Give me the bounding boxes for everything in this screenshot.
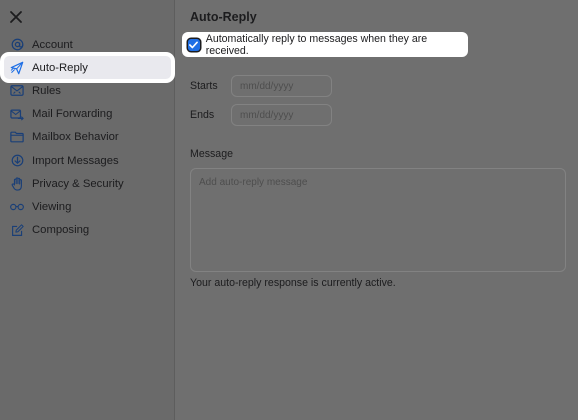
sidebar-item-label: Auto-Reply [32,61,88,74]
sidebar-item-mail-forwarding[interactable]: Mail Forwarding [0,103,175,126]
compose-icon [10,223,24,237]
glasses-icon [10,200,24,214]
starts-label: Starts [190,80,218,92]
sidebar-item-label: Import Messages [32,154,119,167]
settings-sidebar: Account Auto-Reply Rules Mail Forwarding… [0,0,175,420]
auto-reply-checkbox[interactable] [188,38,200,51]
ends-label: Ends [190,109,215,121]
sidebar-item-account[interactable]: Account [0,33,175,56]
download-circle-icon [10,154,24,168]
rules-icon [10,84,24,98]
sidebar-item-auto-reply[interactable]: Auto-Reply [4,56,171,80]
checkmark-icon [189,40,199,48]
auto-reply-panel: Auto-Reply Automatically reply to messag… [176,0,578,420]
sidebar-item-viewing[interactable]: Viewing [0,195,175,218]
auto-reply-status-text: Your auto-reply response is currently ac… [190,277,396,289]
forward-mail-icon [10,107,24,121]
sidebar-item-privacy-security[interactable]: Privacy & Security [0,172,175,195]
message-label: Message [190,148,233,160]
auto-reply-message-input[interactable] [190,168,566,272]
settings-nav: Account Auto-Reply Rules Mail Forwarding… [0,33,175,242]
sidebar-item-label: Viewing [32,200,72,213]
page-title: Auto-Reply [190,10,257,24]
sidebar-item-mailbox-behavior[interactable]: Mailbox Behavior [0,126,175,149]
ends-date-input[interactable] [231,104,332,126]
sidebar-item-rules[interactable]: Rules [0,79,175,102]
sidebar-item-label: Mail Forwarding [32,108,113,121]
sidebar-item-label: Account [32,38,73,51]
sidebar-item-label: Composing [32,224,90,237]
auto-reply-checkbox-row[interactable]: Automatically reply to messages when the… [182,32,468,57]
hand-icon [10,177,24,191]
sidebar-item-label: Privacy & Security [32,177,124,190]
folder-icon [10,130,24,144]
sidebar-item-composing[interactable]: Composing [0,219,175,242]
sidebar-item-label: Rules [32,84,61,97]
sidebar-item-label: Mailbox Behavior [32,131,119,144]
close-icon[interactable] [8,9,24,25]
starts-date-input[interactable] [231,75,332,97]
paper-plane-icon [10,61,24,75]
sidebar-item-import-messages[interactable]: Import Messages [0,149,175,172]
at-icon [10,38,24,52]
auto-reply-checkbox-label: Automatically reply to messages when the… [205,32,428,57]
